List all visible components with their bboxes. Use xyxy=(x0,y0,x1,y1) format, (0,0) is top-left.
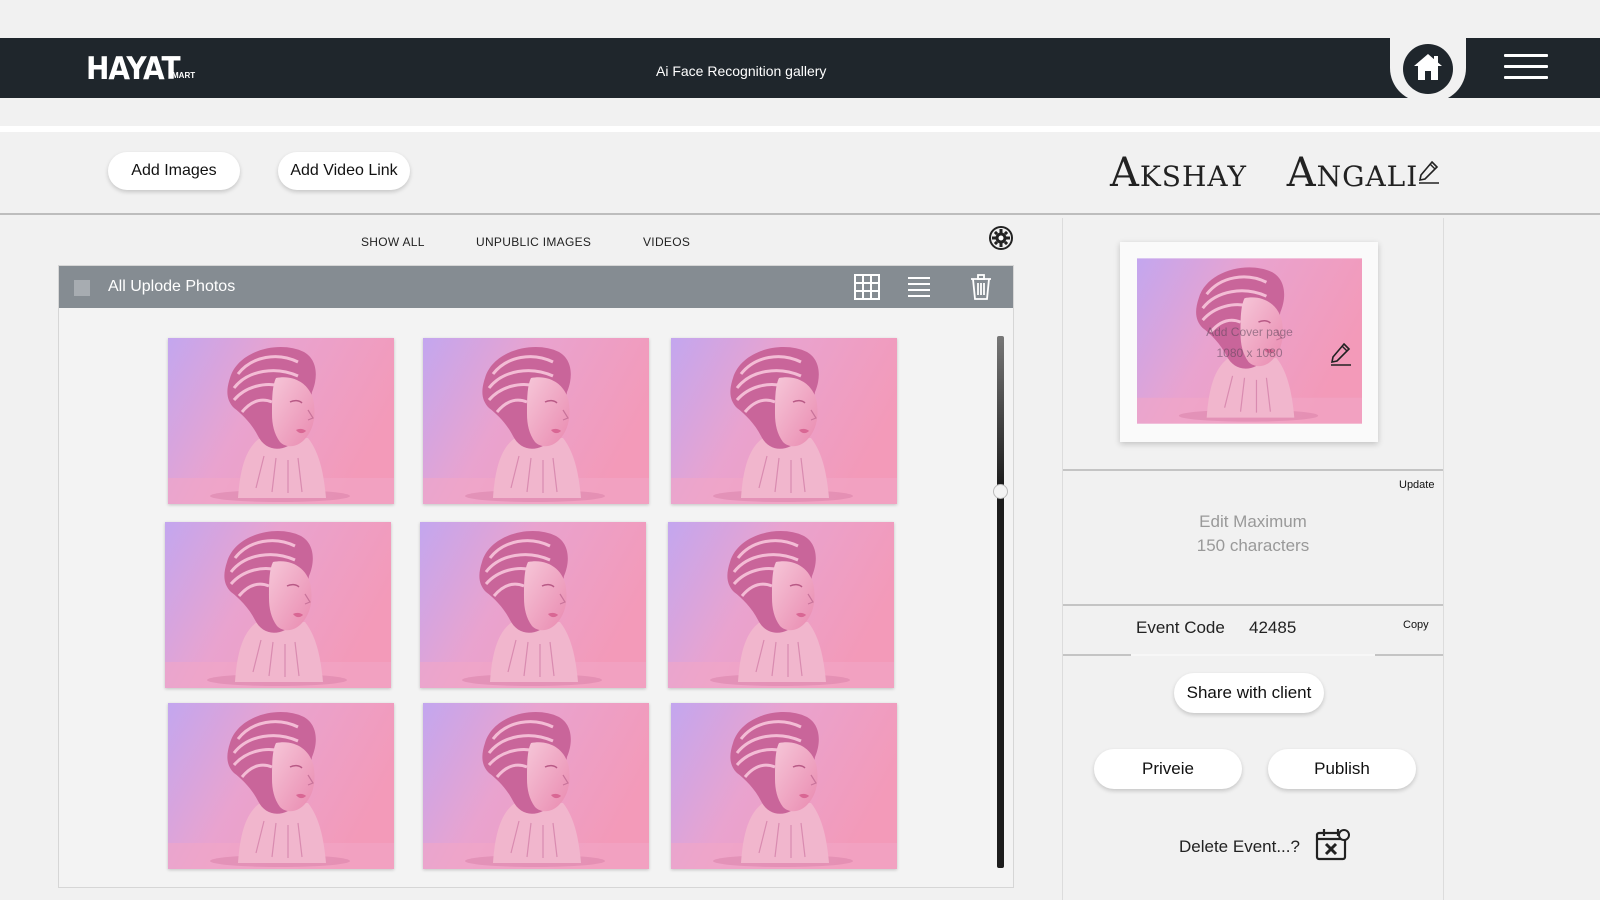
cover-page-hint: Add Cover page 1080 x 1080 xyxy=(1137,322,1362,364)
home-icon xyxy=(1412,52,1444,87)
edit-cover-pencil-icon[interactable] xyxy=(1330,342,1352,371)
event-name-title: Akshay Angali xyxy=(1110,150,1419,196)
select-all-checkbox[interactable] xyxy=(74,280,90,296)
brand-logo[interactable]: HAYAT xyxy=(86,50,181,86)
add-images-button[interactable]: Add Images xyxy=(108,152,240,190)
update-description-link[interactable]: Update xyxy=(1399,479,1434,491)
hamburger-menu-icon[interactable] xyxy=(1504,54,1548,80)
gallery-photo[interactable] xyxy=(165,522,391,688)
home-button[interactable] xyxy=(1403,44,1453,94)
cover-page-hint-title: Add Cover page xyxy=(1206,325,1293,339)
share-with-client-button[interactable]: Share with client xyxy=(1174,673,1324,713)
gallery-photo[interactable] xyxy=(671,338,897,504)
tab-videos[interactable]: VIDEOS xyxy=(643,235,690,249)
cover-page-hint-size: 1080 x 1080 xyxy=(1216,346,1283,360)
section-divider xyxy=(1063,469,1443,471)
calendar-delete-icon[interactable] xyxy=(1314,826,1350,867)
cover-page-card: Add Cover page 1080 x 1080 xyxy=(1120,242,1378,442)
gallery-title: All Uplode Photos xyxy=(108,278,236,295)
grid-view-icon[interactable] xyxy=(853,273,881,306)
page-title: Ai Face Recognition gallery xyxy=(656,63,827,79)
section-divider xyxy=(1063,604,1443,606)
preview-button[interactable]: Priveie xyxy=(1094,749,1242,789)
trash-icon[interactable] xyxy=(970,273,992,306)
event-code-value: 42485 xyxy=(1249,618,1297,637)
toolbar-divider xyxy=(0,213,1600,215)
gallery-scrollbar-handle[interactable] xyxy=(993,484,1008,499)
event-code-underline xyxy=(1131,654,1375,656)
publish-button[interactable]: Publish xyxy=(1268,749,1416,789)
copy-event-code-link[interactable]: Copy xyxy=(1403,619,1429,631)
description-placeholder-line2: 150 characters xyxy=(1196,536,1310,555)
tab-show-all[interactable]: SHOW ALL xyxy=(361,235,425,249)
gallery-photo[interactable] xyxy=(423,338,649,504)
list-view-icon[interactable] xyxy=(907,273,931,306)
delete-event-label[interactable]: Delete Event...? xyxy=(1179,837,1300,857)
tab-unpublic-images[interactable]: UNPUBLIC IMAGES xyxy=(476,235,591,249)
edit-event-name-pencil-icon[interactable] xyxy=(1418,160,1440,189)
gallery-scrollbar[interactable] xyxy=(997,336,1004,868)
gallery-photo[interactable] xyxy=(420,522,646,688)
add-video-link-button[interactable]: Add Video Link xyxy=(278,152,410,190)
gallery-photo[interactable] xyxy=(671,703,897,869)
description-placeholder-line1: Edit Maximum xyxy=(1199,512,1307,531)
event-details-panel: Add Cover page 1080 x 1080 Update Edit M… xyxy=(1062,218,1444,900)
gallery-photo[interactable] xyxy=(168,338,394,504)
gallery-photo[interactable] xyxy=(423,703,649,869)
app-header: HAYAT MART Ai Face Recognition gallery xyxy=(0,34,1600,102)
header-divider xyxy=(0,126,1600,132)
event-description-field[interactable]: Edit Maximum 150 characters xyxy=(1103,510,1403,558)
gallery-photo[interactable] xyxy=(168,703,394,869)
gallery-toolbar: All Uplode Photos xyxy=(59,266,1013,308)
gallery-photo[interactable] xyxy=(668,522,894,688)
event-code-label: Event Code xyxy=(1136,618,1225,637)
brand-logo-sub: MART xyxy=(172,71,196,80)
photo-gallery-panel: All Uplode Photos xyxy=(58,265,1014,888)
settings-gear-icon[interactable] xyxy=(988,225,1014,256)
